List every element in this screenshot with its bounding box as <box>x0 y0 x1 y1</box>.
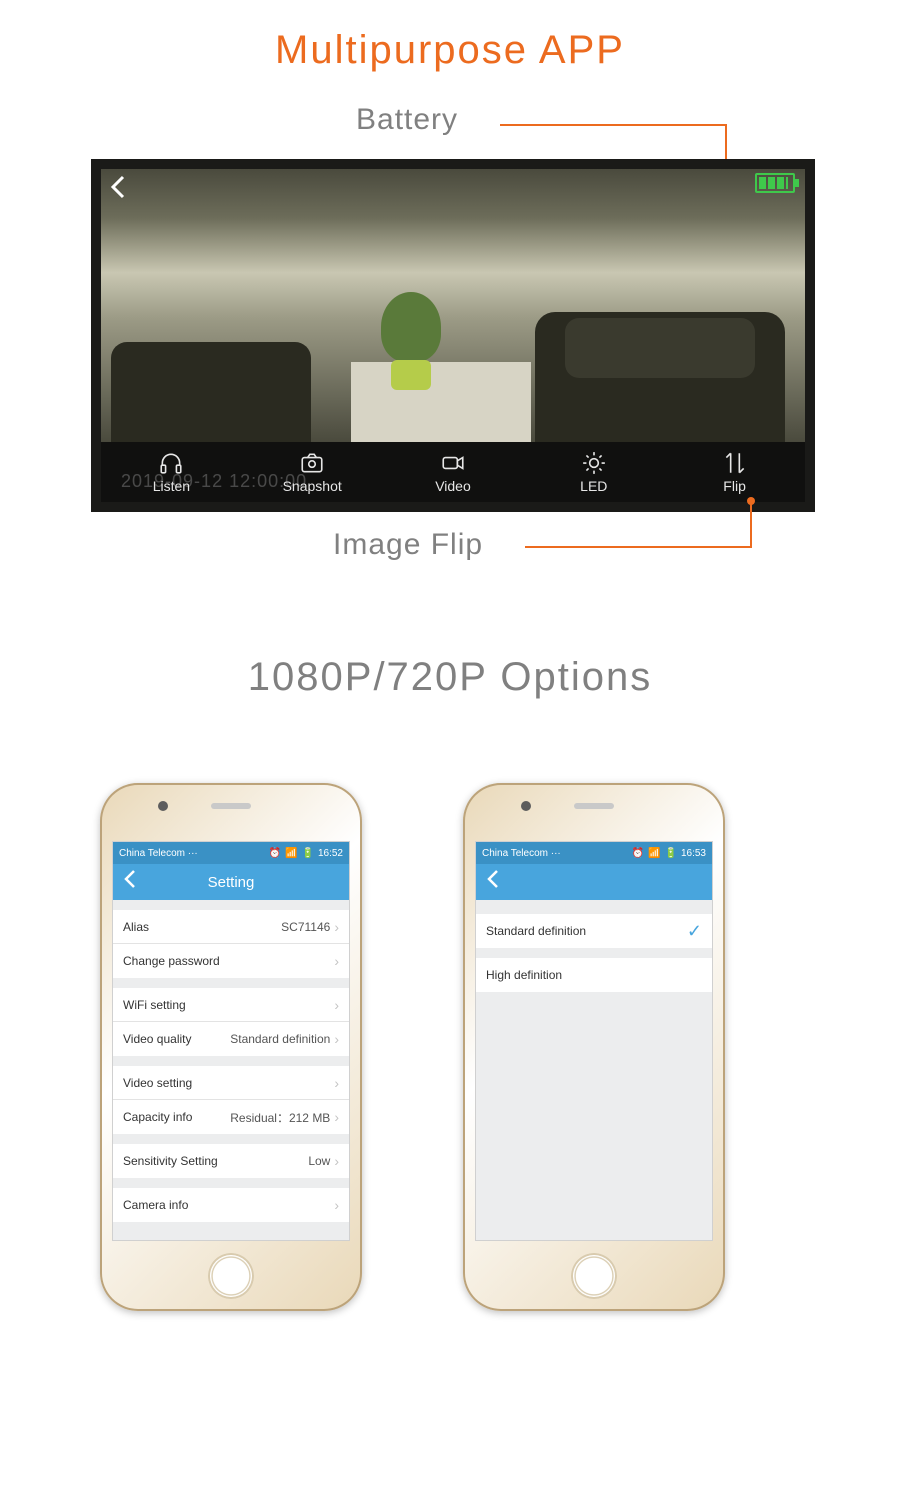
settings-appbar: Setting <box>113 864 349 900</box>
wifi-setting-row[interactable]: WiFi setting › <box>113 988 349 1022</box>
standard-definition-row[interactable]: Standard definition ✓ <box>476 914 712 948</box>
snapshot-label: Snapshot <box>283 478 342 494</box>
led-label: LED <box>580 478 607 494</box>
wifi-icon: 📶 <box>285 848 297 859</box>
status-bar: China Telecom ··· ⏰ 📶 🔋 16:52 <box>113 842 349 864</box>
callout-battery-line-h <box>500 124 725 126</box>
lightbulb-icon <box>581 450 607 476</box>
camera-icon <box>299 450 325 476</box>
capacity-label: Capacity info <box>123 1110 192 1124</box>
video-setting-label: Video setting <box>123 1076 192 1090</box>
status-bar: China Telecom ··· ⏰ 📶 🔋 16:53 <box>476 842 712 864</box>
snapshot-button[interactable]: Snapshot <box>257 450 367 494</box>
change-password-label: Change password <box>123 954 220 968</box>
flip-button[interactable]: Flip <box>680 450 790 494</box>
video-quality-value: Standard definition <box>230 1032 330 1046</box>
resolution-list: Standard definition ✓ High definition <box>476 914 712 992</box>
settings-list: Alias SC71146 › Change password › WiFi se… <box>113 910 349 1222</box>
led-button[interactable]: LED <box>539 450 649 494</box>
status-time: 16:52 <box>318 848 343 859</box>
alias-value: SC71146 <box>281 920 330 934</box>
chevron-right-icon: › <box>334 1075 339 1091</box>
headphones-icon <box>158 450 184 476</box>
sensitivity-row[interactable]: Sensitivity Setting Low › <box>113 1144 349 1178</box>
carrier-label: China Telecom ··· <box>119 848 198 859</box>
chevron-right-icon: › <box>334 919 339 935</box>
sensitivity-value: Low <box>308 1154 330 1168</box>
listen-label: Listen <box>153 478 190 494</box>
resolution-screen: China Telecom ··· ⏰ 📶 🔋 16:53 Standard d… <box>475 841 713 1241</box>
resolution-section-title: 1080P/720P Options <box>0 655 900 700</box>
battery-fill <box>759 177 788 189</box>
listen-button[interactable]: Listen <box>116 450 226 494</box>
scene-plant <box>381 292 441 362</box>
wifi-icon: 📶 <box>648 848 660 859</box>
video-icon <box>440 450 466 476</box>
settings-title: Setting <box>113 874 349 891</box>
main-title: Multipurpose APP <box>0 28 900 73</box>
phone-mock-resolution: China Telecom ··· ⏰ 📶 🔋 16:53 Standard d… <box>463 783 725 1311</box>
phone-mock-settings: China Telecom ··· ⏰ 📶 🔋 16:52 Setting Al… <box>100 783 362 1311</box>
video-label: Video <box>435 478 471 494</box>
battery-status-icon: 🔋 <box>302 848 314 859</box>
alias-label: Alias <box>123 920 149 934</box>
standard-definition-label: Standard definition <box>486 924 586 938</box>
change-password-row[interactable]: Change password › <box>113 944 349 978</box>
battery-callout-label: Battery <box>356 103 458 137</box>
video-quality-row[interactable]: Video quality Standard definition › <box>113 1022 349 1056</box>
flip-icon <box>722 450 748 476</box>
scene-table <box>351 362 531 442</box>
status-time: 16:53 <box>681 848 706 859</box>
chevron-right-icon: › <box>334 1197 339 1213</box>
callout-flip-line-h <box>525 546 750 548</box>
resolution-appbar <box>476 864 712 900</box>
video-setting-row[interactable]: Video setting › <box>113 1066 349 1100</box>
alarm-icon: ⏰ <box>269 848 281 859</box>
settings-screen: China Telecom ··· ⏰ 📶 🔋 16:52 Setting Al… <box>112 841 350 1241</box>
alias-row[interactable]: Alias SC71146 › <box>113 910 349 944</box>
resolution-back-button[interactable] <box>486 869 500 895</box>
chevron-right-icon: › <box>334 1153 339 1169</box>
carrier-label: China Telecom ··· <box>482 848 561 859</box>
camera-live-view: 2019-09-12 12:00:00 Listen Snapshot Vide… <box>91 159 815 512</box>
video-quality-label: Video quality <box>123 1032 192 1046</box>
chevron-right-icon: › <box>334 1109 339 1125</box>
phone-front-camera <box>158 801 168 811</box>
chevron-right-icon: › <box>334 1031 339 1047</box>
sensitivity-label: Sensitivity Setting <box>123 1154 218 1168</box>
high-definition-row[interactable]: High definition <box>476 958 712 992</box>
battery-icon <box>755 173 795 193</box>
viewer-toolbar: Listen Snapshot Video LED Flip <box>101 442 805 502</box>
chevron-right-icon: › <box>334 997 339 1013</box>
camera-info-label: Camera info <box>123 1198 188 1212</box>
viewer-back-button[interactable] <box>109 173 129 208</box>
flip-callout-label: Image Flip <box>333 528 483 562</box>
camera-info-row[interactable]: Camera info › <box>113 1188 349 1222</box>
settings-back-button[interactable] <box>123 869 137 895</box>
capacity-row[interactable]: Capacity info Residual：212 MB› <box>113 1100 349 1134</box>
wifi-setting-label: WiFi setting <box>123 998 186 1012</box>
scene-sofa-left <box>111 342 311 442</box>
battery-status-icon: 🔋 <box>665 848 677 859</box>
callout-flip-dot <box>747 497 755 505</box>
video-button[interactable]: Video <box>398 450 508 494</box>
flip-label: Flip <box>723 478 746 494</box>
check-icon: ✓ <box>687 921 702 942</box>
callout-flip-line-v <box>750 503 752 548</box>
camera-scene <box>101 169 805 442</box>
chevron-right-icon: › <box>334 953 339 969</box>
capacity-value: Residual：212 MB <box>230 1109 330 1126</box>
phone-front-camera <box>521 801 531 811</box>
alarm-icon: ⏰ <box>632 848 644 859</box>
high-definition-label: High definition <box>486 968 562 982</box>
scene-sofa-right <box>535 312 785 442</box>
